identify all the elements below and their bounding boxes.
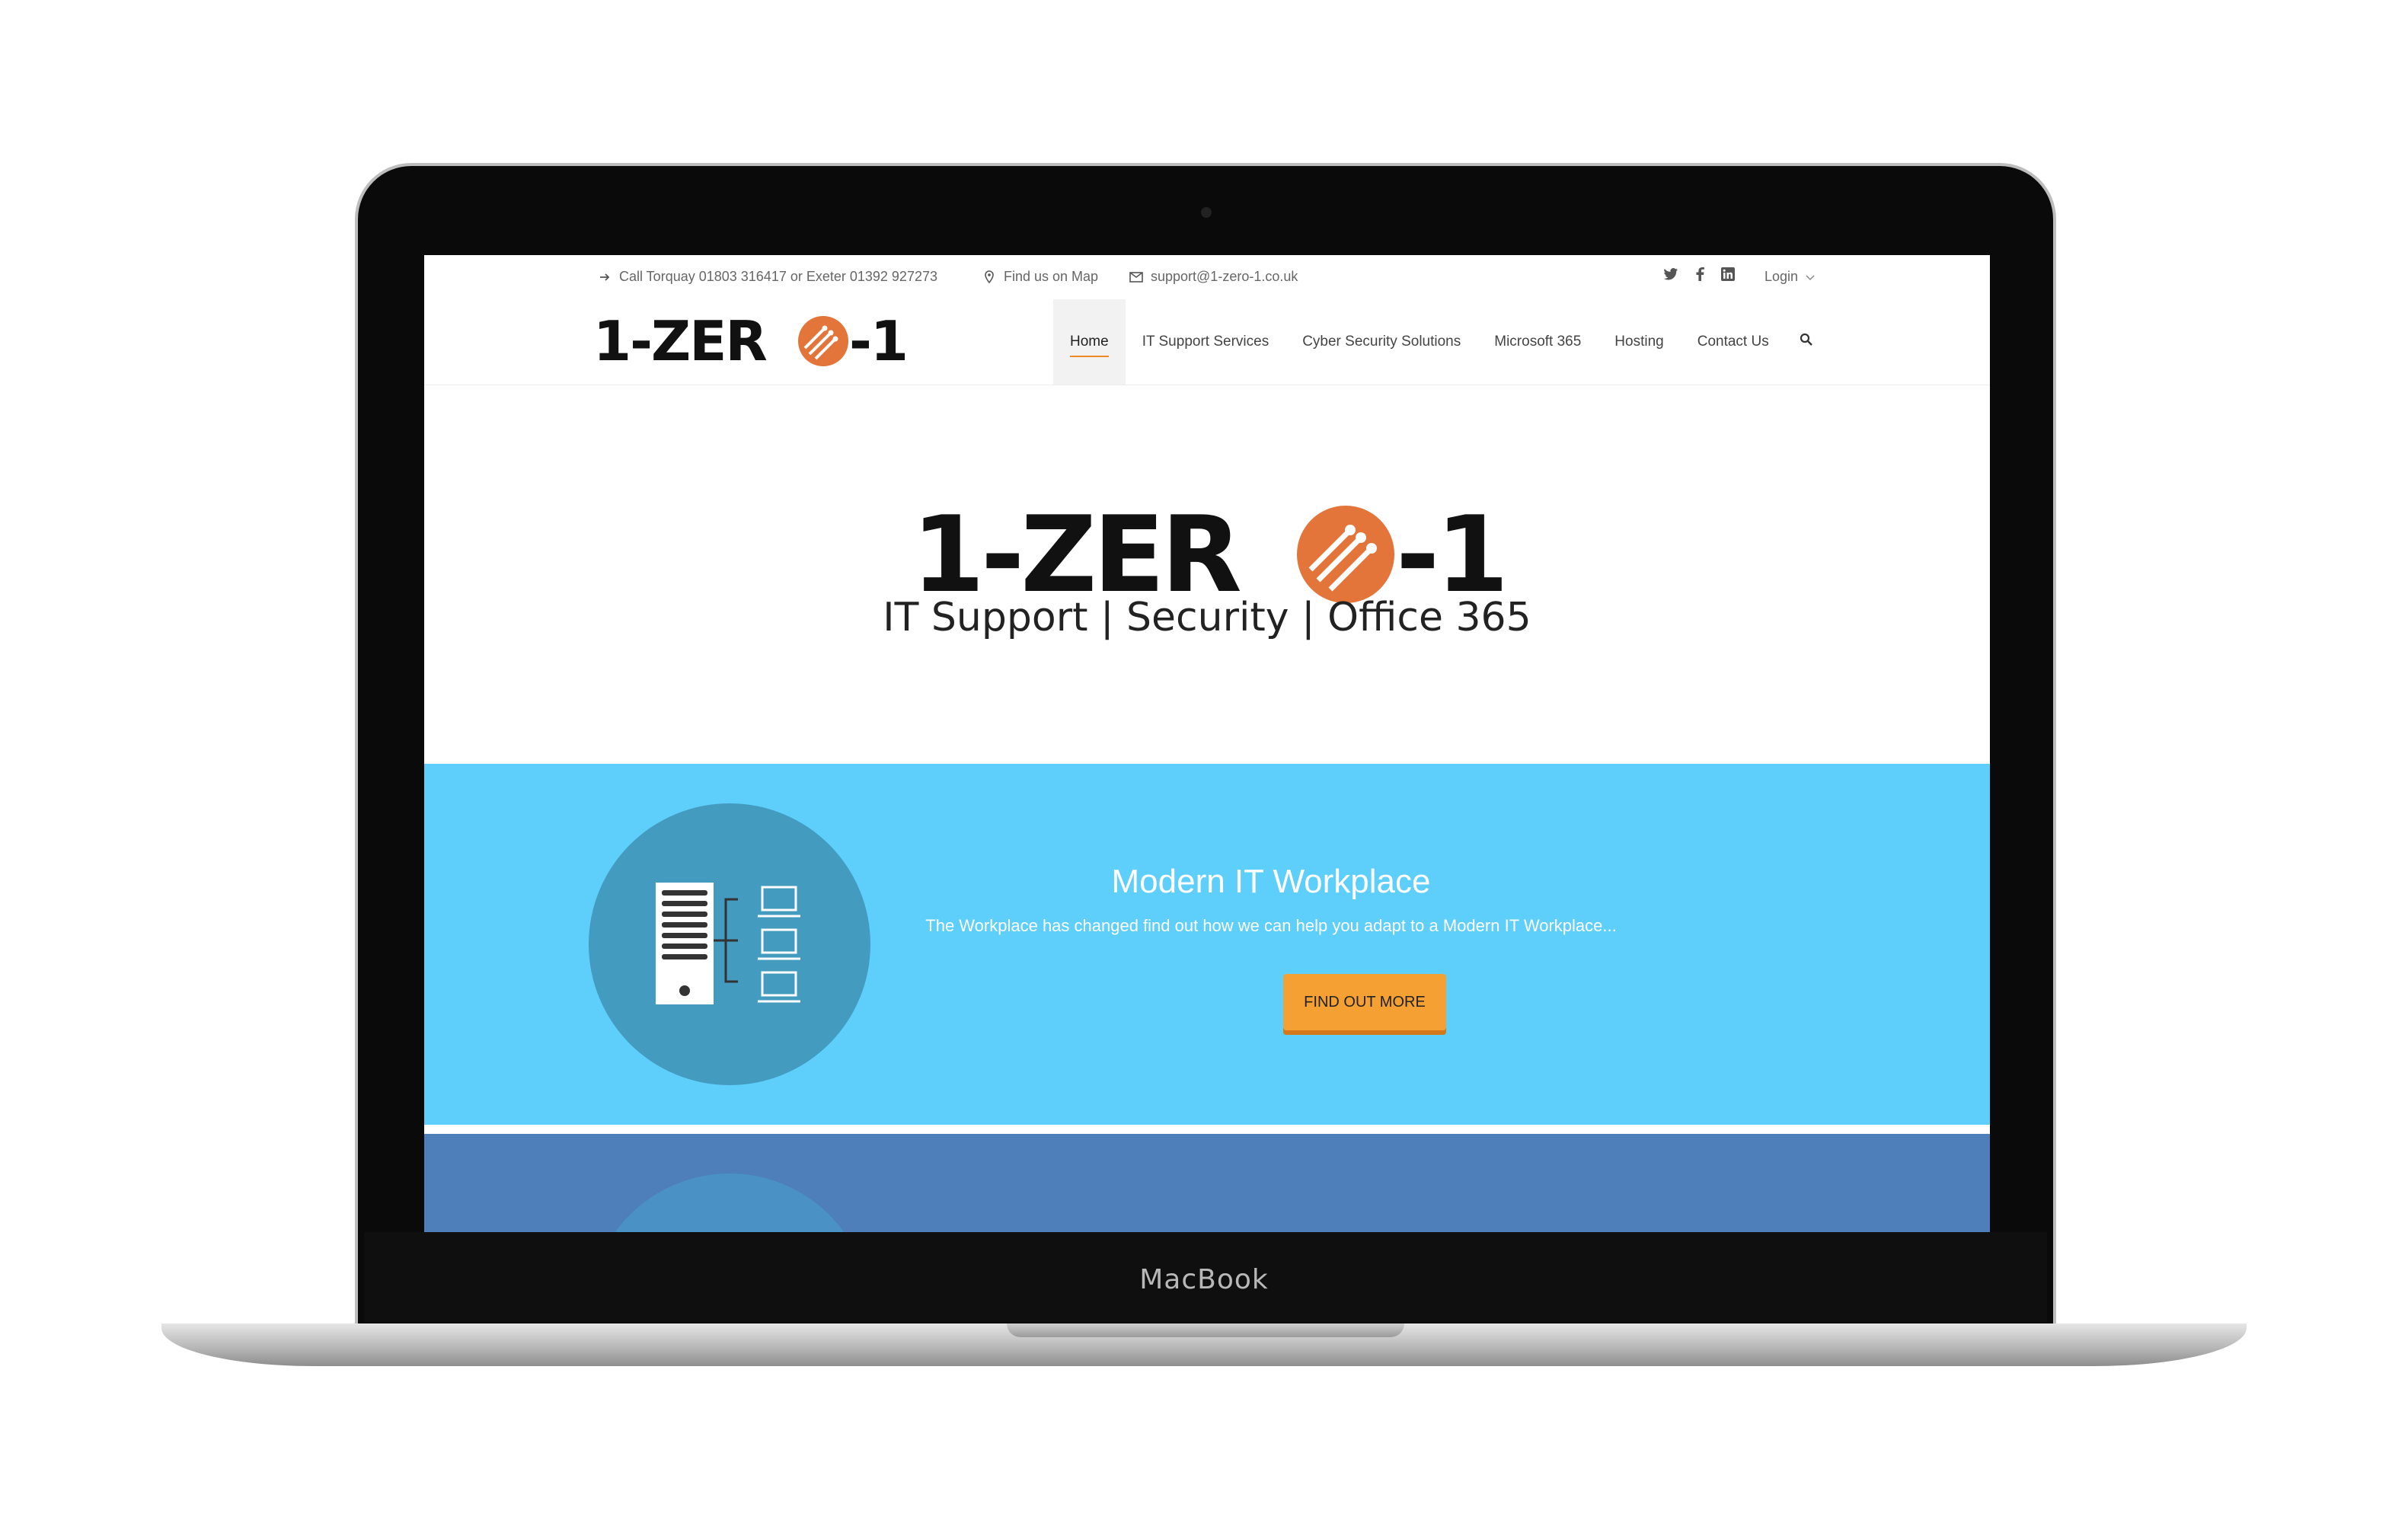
- find-out-more-button[interactable]: FIND OUT MORE: [1283, 974, 1446, 1030]
- login-label: Login: [1764, 269, 1798, 284]
- laptop-base-notch: [1007, 1323, 1404, 1337]
- twitter-icon[interactable]: [1663, 268, 1678, 284]
- phone-link[interactable]: Call Torquay 01803 316417 or Exeter 0139…: [598, 269, 937, 285]
- envelope-icon: [1129, 270, 1143, 284]
- nav-item-cyber-security[interactable]: Cyber Security Solutions: [1285, 299, 1477, 385]
- next-section: [424, 1134, 1990, 1232]
- hero-tagline: IT Support | Security | Office 365: [883, 595, 1531, 640]
- email-text: support@1-zero-1.co.uk: [1151, 269, 1298, 284]
- section-divider: [424, 1125, 1990, 1134]
- arrow-right-icon: [598, 270, 612, 284]
- logo-text-left: 1-ZER: [593, 310, 766, 371]
- hero-logo: 1-ZER -1: [912, 493, 1509, 616]
- search-button[interactable]: [1786, 299, 1827, 385]
- top-bar: Call Torquay 01803 316417 or Exeter 0139…: [424, 255, 1990, 299]
- linkedin-icon[interactable]: [1721, 267, 1735, 285]
- logo-graphic: 1-ZER -1: [593, 309, 909, 373]
- nav-item-microsoft-365[interactable]: Microsoft 365: [1477, 299, 1598, 385]
- search-icon: [1800, 333, 1813, 351]
- server-network-icon: [656, 883, 800, 1004]
- logo-text-right: -1: [849, 310, 905, 371]
- feature-description: The Workplace has changed find out how w…: [925, 916, 1617, 935]
- next-section-illustration: [589, 1173, 870, 1232]
- email-link[interactable]: support@1-zero-1.co.uk: [1129, 269, 1298, 285]
- feature-section: Modern IT Workplace The Workplace has ch…: [424, 764, 1990, 1125]
- nav-item-home[interactable]: Home: [1053, 299, 1126, 385]
- login-dropdown[interactable]: Login: [1764, 269, 1815, 285]
- chevron-down-icon: [1806, 269, 1815, 285]
- map-link[interactable]: Find us on Map: [982, 269, 1098, 285]
- svg-text:-1: -1: [1396, 500, 1505, 606]
- browser-screen: Call Torquay 01803 316417 or Exeter 0139…: [424, 255, 1990, 1232]
- nav-item-contact[interactable]: Contact Us: [1681, 299, 1786, 385]
- site-logo[interactable]: 1-ZER -1: [593, 309, 909, 374]
- main-nav: Home IT Support Services Cyber Security …: [1053, 299, 1827, 385]
- hero-section: 1-ZER -1 IT Support | Security | Office …: [424, 385, 1990, 762]
- svg-text:1-ZER: 1-ZER: [912, 500, 1241, 606]
- site-header: 1-ZER -1 Home IT Support Services Cyber …: [424, 299, 1990, 385]
- feature-title: Modern IT Workplace: [1111, 863, 1431, 900]
- map-text: Find us on Map: [1004, 269, 1099, 284]
- feature-illustration: [589, 803, 870, 1085]
- nav-item-it-support[interactable]: IT Support Services: [1126, 299, 1286, 385]
- social-links: [1663, 267, 1735, 285]
- map-pin-icon: [982, 270, 996, 284]
- webcam: [1201, 207, 1212, 218]
- device-brand: MacBook: [1139, 1264, 1269, 1295]
- nav-item-hosting[interactable]: Hosting: [1598, 299, 1680, 385]
- facebook-icon[interactable]: [1695, 267, 1704, 285]
- phone-text: Call Torquay 01803 316417 or Exeter 0139…: [619, 269, 937, 284]
